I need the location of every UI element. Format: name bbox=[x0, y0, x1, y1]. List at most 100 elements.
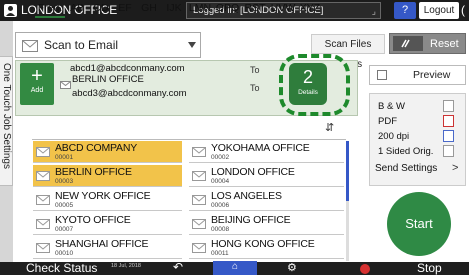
color-mode-value: B & W bbox=[378, 101, 405, 112]
stop-icon bbox=[360, 264, 370, 274]
address-number: 00010 bbox=[55, 250, 74, 257]
user-icon bbox=[4, 4, 17, 17]
reset-icon bbox=[393, 36, 423, 51]
pdf-icon bbox=[443, 115, 454, 127]
plus-icon: + bbox=[31, 65, 43, 87]
resolution-value: 200 dpi bbox=[378, 131, 410, 142]
function-select[interactable]: Scan to Email bbox=[15, 32, 201, 58]
address-number: 00002 bbox=[211, 154, 230, 161]
address-number: 00011 bbox=[211, 250, 229, 257]
email-icon bbox=[36, 240, 50, 258]
address-number: 00006 bbox=[211, 202, 230, 209]
destination-email: abcd1@abcdconmany.com bbox=[70, 63, 185, 74]
address-number: 00003 bbox=[55, 178, 74, 185]
logout-button[interactable]: Logout bbox=[419, 2, 459, 19]
email-icon bbox=[192, 192, 206, 210]
address-entry[interactable]: HONG KONG OFFICE 00011 bbox=[189, 237, 344, 259]
address-entry[interactable]: LONDON OFFICE 00004 bbox=[189, 165, 344, 187]
tab-opq[interactable]: OPQ bbox=[214, 0, 241, 18]
address-name: NEW YORK OFFICE bbox=[55, 190, 151, 202]
sides-icon bbox=[443, 145, 454, 157]
address-number: 00005 bbox=[55, 202, 74, 209]
address-number: 00004 bbox=[211, 178, 230, 185]
address-name: LOS ANGELES bbox=[211, 190, 282, 202]
address-name: HONG KONG OFFICE bbox=[211, 238, 315, 250]
email-icon bbox=[36, 168, 50, 186]
tab-xyz[interactable]: XYZ bbox=[298, 0, 322, 18]
check-status-button[interactable]: Check Status bbox=[26, 261, 97, 275]
gear-icon[interactable]: ⚙ bbox=[287, 261, 297, 274]
email-icon bbox=[192, 216, 206, 234]
email-icon bbox=[36, 216, 50, 234]
tab-ijk[interactable]: IJK bbox=[163, 0, 185, 18]
start-button[interactable]: Start bbox=[387, 192, 451, 256]
reset-label: Reset bbox=[430, 38, 459, 50]
address-name: BEIJING OFFICE bbox=[211, 214, 291, 226]
tab-ef[interactable]: EF bbox=[115, 0, 135, 18]
tab-freq[interactable]: Freq. bbox=[35, 0, 65, 18]
tab-ab[interactable]: AB bbox=[67, 0, 87, 18]
address-name: BERLIN OFFICE bbox=[55, 166, 132, 178]
power-icon[interactable]: ( bbox=[461, 2, 465, 19]
email-icon bbox=[192, 168, 206, 186]
address-name: KYOTO OFFICE bbox=[55, 214, 131, 226]
address-name: LONDON OFFICE bbox=[211, 166, 295, 178]
date-display: 18 Jul, 2018 bbox=[111, 263, 141, 269]
address-entry[interactable]: ABCD COMPANY 00001 bbox=[33, 141, 182, 163]
destination-to-label: To bbox=[250, 83, 260, 93]
tab-lmn[interactable]: LMN bbox=[187, 0, 213, 18]
sort-icon[interactable]: ⇵ bbox=[325, 121, 334, 134]
destination-to-label: To bbox=[250, 65, 260, 75]
tabs-divider bbox=[32, 139, 346, 140]
tab-uvw[interactable]: UVW bbox=[269, 0, 297, 18]
add-label: Add bbox=[30, 87, 44, 94]
destination-name: BERLIN OFFICE bbox=[72, 74, 144, 85]
address-number: 00008 bbox=[211, 226, 230, 233]
address-name: SHANGHAI OFFICE bbox=[55, 238, 149, 250]
function-label: Scan to Email bbox=[44, 38, 119, 52]
color-mode-icon bbox=[443, 100, 454, 112]
chevron-right-icon: > bbox=[452, 162, 459, 174]
reset-button[interactable]: Reset bbox=[389, 33, 466, 54]
file-type-value: PDF bbox=[378, 116, 397, 127]
preview-label: Preview bbox=[413, 69, 451, 81]
home-icon[interactable]: ⌂ bbox=[213, 261, 257, 275]
date-text: 18 Jul, 2018 bbox=[111, 263, 141, 269]
email-icon bbox=[60, 76, 71, 94]
tab-cd[interactable]: CD bbox=[90, 0, 112, 18]
address-entry[interactable]: SHANGHAI OFFICE 00010 bbox=[33, 237, 182, 259]
address-number: 00001 bbox=[55, 154, 74, 161]
preview-checkbox[interactable] bbox=[377, 70, 387, 80]
corner-mark-icon: ⌟ bbox=[371, 6, 376, 16]
add-destination-button[interactable]: + Add bbox=[20, 63, 54, 105]
tab-gh[interactable]: GH bbox=[138, 0, 160, 18]
bottom-bar: Check Status 18 Jul, 2018 ↶ ⌂ ⚙ Stop bbox=[0, 260, 469, 275]
help-button[interactable]: ? bbox=[394, 2, 416, 19]
callout-highlight bbox=[279, 54, 350, 116]
scan-files-status-button[interactable]: Scan Files Status bbox=[311, 34, 385, 70]
address-entry[interactable]: NEW YORK OFFICE 00005 bbox=[33, 189, 182, 211]
email-icon bbox=[36, 192, 50, 210]
destination-email: abcd3@abcdconmany.com bbox=[72, 88, 187, 99]
address-entry[interactable]: LOS ANGELES 00006 bbox=[189, 189, 344, 211]
address-number: 00007 bbox=[55, 226, 74, 233]
resolution-icon bbox=[443, 130, 454, 142]
stop-button[interactable]: Stop bbox=[417, 261, 442, 275]
email-icon bbox=[36, 144, 50, 162]
tab-rst[interactable]: RST bbox=[243, 0, 267, 18]
preview-toggle[interactable]: Preview bbox=[369, 65, 466, 85]
send-settings-button[interactable]: Send Settings bbox=[375, 163, 437, 174]
address-entry[interactable]: BERLIN OFFICE 00003 bbox=[33, 165, 182, 187]
list-scroll-thumb[interactable] bbox=[346, 141, 349, 201]
address-entry[interactable]: KYOTO OFFICE 00007 bbox=[33, 213, 182, 235]
one-touch-job-settings-tab[interactable]: One Touch Job Settings bbox=[0, 56, 13, 186]
email-icon bbox=[192, 240, 206, 258]
address-entry[interactable]: YOKOHAMA OFFICE 00002 bbox=[189, 141, 344, 163]
address-entry[interactable]: BEIJING OFFICE 00008 bbox=[189, 213, 344, 235]
one-touch-job-settings-label: One Touch Job Settings bbox=[1, 63, 12, 169]
chevron-down-icon bbox=[188, 42, 196, 48]
address-name: YOKOHAMA OFFICE bbox=[211, 142, 310, 154]
original-sides-value: 1 Sided Orig. bbox=[378, 146, 434, 157]
email-icon bbox=[22, 39, 38, 57]
back-icon[interactable]: ↶ bbox=[173, 260, 183, 274]
